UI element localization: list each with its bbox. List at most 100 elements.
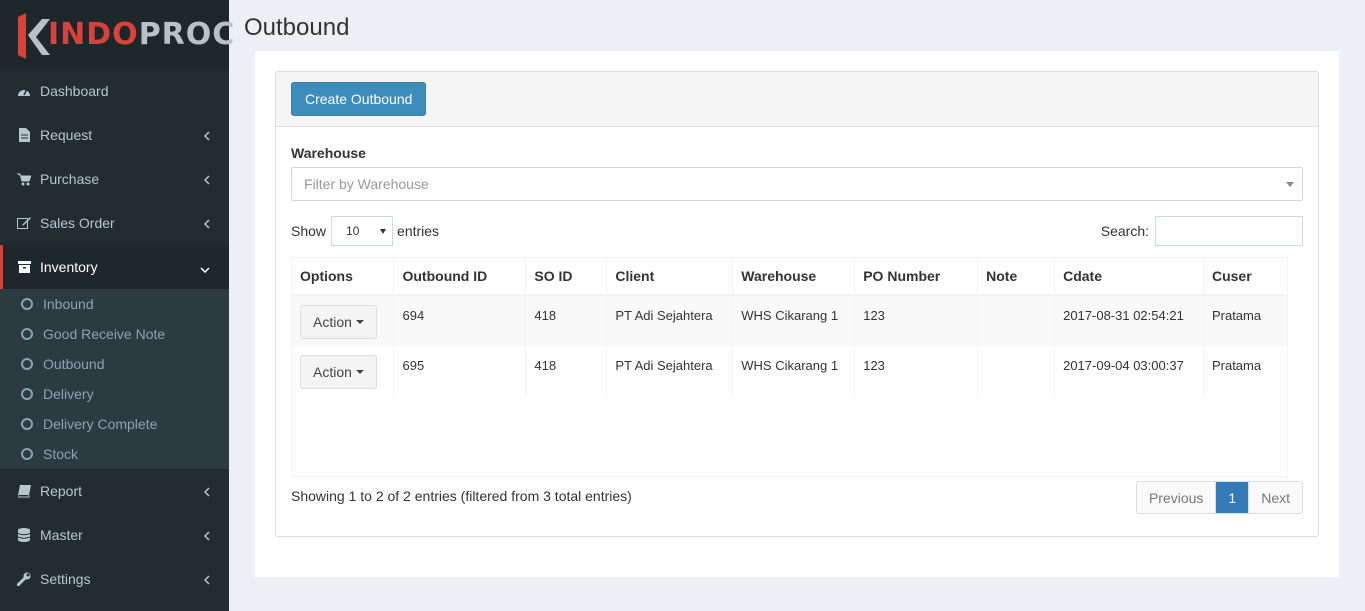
warehouse-cell: WHS Cikarang 1 [732,346,856,397]
file-icon [17,128,31,142]
sidebar-subitem-label: Delivery Complete [43,416,158,432]
outbound-id-cell: 695 [393,346,527,397]
note-cell [977,346,1056,397]
options-cell: Action [292,346,395,397]
outbound-table-wrapper: Options Outbound ID SO ID Client Warehou… [291,257,1289,477]
cuser-cell: Pratama [1203,346,1289,397]
chevron-left-icon [203,128,210,144]
logo[interactable]: INDOPROC [0,0,234,69]
sidebar-item-purchase[interactable]: Purchase [0,157,229,201]
sidebar-item-label: Settings [40,571,91,587]
page-length-control: Show 10 entries [291,216,439,246]
pagination: Previous 1 Next [1135,481,1303,514]
column-header-cuser[interactable]: Cuser [1203,258,1289,296]
cart-icon [17,172,31,186]
chevron-left-icon [203,216,210,232]
sidebar-item-dashboard[interactable]: Dashboard [0,69,229,113]
options-cell: Action [292,295,395,346]
sidebar-item-request[interactable]: Request [0,113,229,157]
sidebar-subitem-label: Delivery [43,386,94,402]
table-info: Showing 1 to 2 of 2 entries (filtered fr… [291,488,632,504]
content-box: Create Outbound Warehouse Filter by Ware… [255,51,1339,577]
sidebar: INDOPROC Dashboard Request Purchase Sale… [0,0,234,611]
sidebar-item-settings[interactable]: Settings [0,557,229,601]
table-row: Action 694 418 PT Adi Sejahtera WHS Cika… [292,295,1289,346]
sidebar-item-report[interactable]: Report [0,469,229,513]
cdate-cell: 2017-08-31 02:54:21 [1054,295,1204,346]
column-header-po-number[interactable]: PO Number [854,258,979,296]
sidebar-item-label: Report [40,483,83,499]
search-input[interactable] [1155,216,1303,246]
archive-icon [17,260,31,274]
page-length-select[interactable]: 10 [331,216,394,246]
column-header-client[interactable]: Client [606,258,734,296]
table-row: Action 695 418 PT Adi Sejahtera WHS Cika… [292,346,1289,397]
column-header-outbound-id[interactable]: Outbound ID [393,258,527,296]
warehouse-label: Warehouse [291,145,366,161]
column-header-options[interactable]: Options [292,258,395,296]
caret-down-icon [355,370,364,374]
column-header-note[interactable]: Note [977,258,1056,296]
sidebar-subitem-label: Good Receive Note [43,326,166,342]
chevron-left-icon [203,572,210,588]
client-cell: PT Adi Sejahtera [606,346,734,397]
outbound-table: Options Outbound ID SO ID Client Warehou… [292,258,1289,397]
chevron-left-icon [203,528,210,544]
circle-icon [21,298,33,310]
column-header-so-id[interactable]: SO ID [525,258,608,296]
circle-icon [21,328,33,340]
logo-text-grey: PROC [138,17,236,52]
panel-header: Create Outbound [276,72,1318,127]
action-dropdown-button[interactable]: Action [300,305,377,339]
po-number-cell: 123 [854,346,979,397]
warehouse-filter-placeholder: Filter by Warehouse [304,176,429,192]
po-number-cell: 123 [854,295,979,346]
sidebar-subitem-label: Outbound [43,356,105,372]
outbound-id-cell: 694 [393,295,527,346]
page-length-value: 10 [346,224,360,238]
circle-icon [21,358,33,370]
create-outbound-button[interactable]: Create Outbound [291,82,427,116]
action-dropdown-button[interactable]: Action [300,355,377,389]
pagination-next[interactable]: Next [1248,482,1302,513]
column-header-warehouse[interactable]: Warehouse [732,258,856,296]
database-icon [17,528,31,542]
cdate-cell: 2017-09-04 03:00:37 [1054,346,1204,397]
edit-icon [17,216,31,230]
inventory-submenu: Inbound Good Receive Note Outbound Deliv… [0,289,229,469]
sidebar-subitem-good-receive-note[interactable]: Good Receive Note [0,319,229,349]
sidebar-item-sales-order[interactable]: Sales Order [0,201,229,245]
sidebar-subitem-label: Stock [43,446,79,462]
pagination-page-current[interactable]: 1 [1216,482,1249,513]
search-control: Search: [1101,216,1303,246]
so-id-cell: 418 [525,346,608,397]
logo-text: INDOPROC [48,17,235,52]
sidebar-item-inventory[interactable]: Inventory [0,245,229,289]
dashboard-icon [17,84,31,98]
caret-down-icon [1286,182,1294,187]
table-header-row: Options Outbound ID SO ID Client Warehou… [292,258,1289,296]
warehouse-filter-select[interactable]: Filter by Warehouse [291,167,1303,201]
sidebar-subitem-delivery[interactable]: Delivery [0,379,229,409]
column-header-cdate[interactable]: Cdate [1054,258,1204,296]
sidebar-subitem-label: Inbound [43,296,94,312]
sidebar-subitem-inbound[interactable]: Inbound [0,289,229,319]
search-label: Search: [1100,223,1149,239]
chevron-down-icon [200,260,210,276]
sidebar-subitem-delivery-complete[interactable]: Delivery Complete [0,409,229,439]
chevron-left-icon [203,484,210,500]
caret-down-icon [355,320,364,324]
sidebar-subitem-stock[interactable]: Stock [0,439,229,469]
sidebar-subitem-outbound[interactable]: Outbound [0,349,229,379]
sidebar-item-master[interactable]: Master [0,513,229,557]
warehouse-cell: WHS Cikarang 1 [732,295,856,346]
action-label: Action [313,364,352,380]
book-icon [17,484,31,498]
page-title: Outbound [244,14,350,41]
chevron-left-icon [203,172,210,188]
sidebar-item-label: Purchase [40,171,100,187]
sidebar-item-label: Master [40,527,83,543]
entries-label: entries [397,223,440,239]
outbound-panel: Create Outbound Warehouse Filter by Ware… [275,71,1319,537]
pagination-previous[interactable]: Previous [1136,482,1217,513]
